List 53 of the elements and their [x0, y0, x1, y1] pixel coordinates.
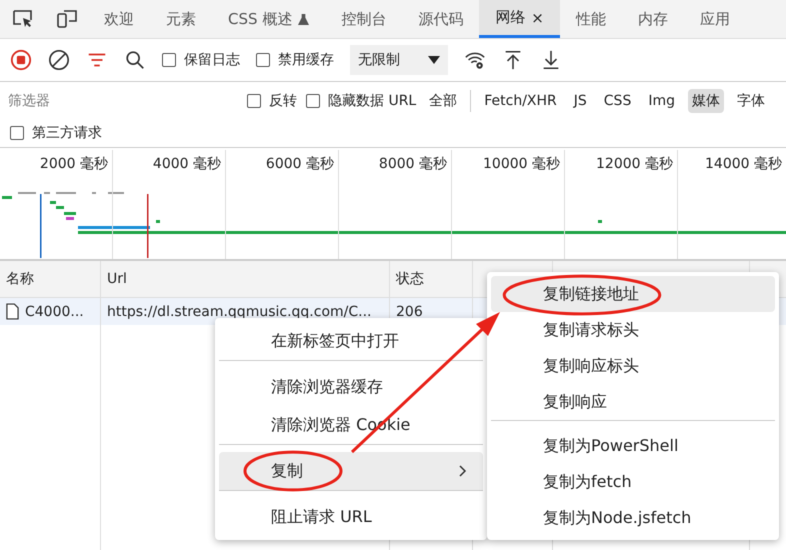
- type-filter[interactable]: 全部: [425, 88, 462, 112]
- inspect-icon[interactable]: [12, 9, 34, 29]
- tab[interactable]: 性能: [560, 0, 622, 38]
- tab[interactable]: 应用: [684, 0, 746, 38]
- menu-item[interactable]: 复制响应: [491, 384, 775, 421]
- tab[interactable]: 控制台: [325, 0, 402, 38]
- table-cell: 206: [396, 304, 423, 320]
- checkbox-label: 反转: [269, 92, 297, 110]
- menu-item[interactable]: 清除浏览器缓存: [219, 368, 483, 406]
- menu-item[interactable]: 复制为PowerShell: [491, 428, 775, 464]
- record-icon[interactable]: [10, 49, 32, 71]
- caret-icon: [428, 56, 440, 64]
- type-filter[interactable]: JS: [570, 90, 591, 112]
- column-header[interactable]: 状态: [390, 261, 473, 297]
- type-filter[interactable]: Fetch/XHR: [480, 90, 561, 112]
- checkbox-label: 第三方请求: [32, 124, 102, 142]
- column-header[interactable]: 名称: [0, 261, 101, 297]
- menu-item[interactable]: 复制请求标头: [491, 312, 775, 348]
- search-icon[interactable]: [124, 49, 146, 71]
- menu-item[interactable]: 复制: [219, 452, 483, 491]
- time-tick-label: 14000 毫秒: [704, 155, 783, 174]
- checkbox[interactable]: [162, 53, 176, 67]
- table-cell: C4000...: [25, 304, 84, 320]
- tab[interactable]: 欢迎: [88, 0, 150, 38]
- device-icon[interactable]: [56, 9, 78, 29]
- table-cell: https://dl.stream.qqmusic.qq.com/C...: [107, 304, 372, 320]
- checkbox[interactable]: [306, 94, 320, 108]
- menu-item[interactable]: 复制为fetch: [491, 464, 775, 500]
- checkbox[interactable]: [256, 53, 270, 67]
- tab[interactable]: CSS 概述: [212, 0, 326, 38]
- checkbox[interactable]: [247, 94, 261, 108]
- type-filter[interactable]: Img: [644, 90, 679, 112]
- chevron-right-icon: [459, 465, 467, 477]
- checkbox[interactable]: [10, 126, 24, 140]
- checkbox-label: 保留日志: [184, 51, 240, 69]
- tab[interactable]: 网络 ×: [479, 0, 560, 38]
- tab[interactable]: 元素: [150, 0, 212, 38]
- throttle-dropdown[interactable]: 无限制: [350, 45, 448, 75]
- checkbox-label: 隐藏数据 URL: [328, 92, 416, 110]
- type-filter[interactable]: CSS: [600, 90, 636, 112]
- column-header[interactable]: Url: [101, 261, 390, 297]
- flask-icon: [298, 12, 310, 26]
- menu-item[interactable]: 阻止请求 URL: [219, 498, 483, 536]
- close-icon[interactable]: ×: [531, 8, 544, 26]
- checkbox-label: 禁用缓存: [278, 51, 334, 69]
- tab[interactable]: 内存: [622, 0, 684, 38]
- clear-icon[interactable]: [48, 49, 70, 71]
- type-filter[interactable]: 字体: [733, 88, 769, 112]
- menu-item[interactable]: 复制为Node.jsfetch: [491, 500, 775, 536]
- tab[interactable]: 源代码: [402, 0, 480, 38]
- type-filter[interactable]: 媒体: [688, 88, 724, 112]
- file-icon: [6, 303, 19, 320]
- menu-item[interactable]: 复制响应标头: [491, 348, 775, 384]
